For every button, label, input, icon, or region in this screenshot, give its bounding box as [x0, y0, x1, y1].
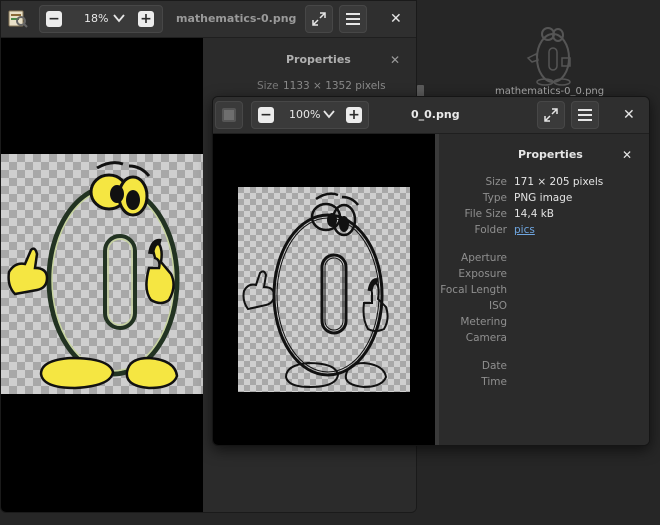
prop-label-metering: Metering — [460, 316, 507, 328]
back-close-button[interactable]: ✕ — [390, 11, 402, 27]
image-viewer-app-icon — [7, 8, 29, 30]
outline-zero-character-illustration — [242, 192, 389, 389]
front-properties-close-button[interactable]: ✕ — [622, 148, 632, 162]
front-zoom-dropdown-icon[interactable] — [322, 106, 336, 125]
prop-value-type: PNG image — [514, 192, 573, 204]
back-size-label: Size — [257, 80, 279, 92]
file-thumbnail-icon — [526, 27, 571, 86]
front-properties-title: Properties — [518, 148, 583, 161]
prop-label-focal-length: Focal Length — [440, 284, 507, 296]
prop-label-type: Type — [482, 192, 507, 204]
prop-value-file-size: 14,4 kB — [514, 208, 555, 220]
front-zoom-in-button[interactable]: + — [346, 107, 362, 123]
prop-label-time: Time — [481, 376, 507, 388]
front-zoom-level[interactable]: 100% — [289, 108, 320, 121]
back-properties-title: Properties — [286, 53, 351, 66]
cartoon-zero-character-illustration — [7, 161, 180, 390]
image-viewer-app-icon — [222, 108, 236, 122]
front-fullscreen-button[interactable] — [537, 101, 565, 129]
desktop-file-thumbnail[interactable] — [520, 18, 590, 88]
back-window-header: − 18% + mathematics-0.png ✕ — [1, 1, 416, 38]
back-window-title: mathematics-0.png — [176, 12, 297, 25]
front-properties-panel: Properties ✕ Size 171 × 205 pixels Type … — [439, 134, 649, 445]
back-zoom-dropdown-icon[interactable] — [112, 10, 126, 29]
front-transparent-image-area — [238, 187, 410, 392]
prop-label-aperture: Aperture — [461, 252, 507, 264]
prop-label-iso: ISO — [488, 300, 507, 312]
prop-label-date: Date — [481, 360, 507, 372]
back-zoom-out-button[interactable]: − — [46, 11, 62, 27]
front-window-header: − 100% + 0_0.png ✕ — [213, 97, 649, 134]
prop-label-file-size: File Size — [464, 208, 507, 220]
prop-value-size: 171 × 205 pixels — [514, 176, 604, 188]
back-size-value: 1133 × 1352 pixels — [283, 80, 386, 92]
prop-label-folder: Folder — [474, 224, 507, 236]
front-zoom-out-button[interactable]: − — [258, 107, 274, 123]
hamburger-menu-icon — [578, 109, 592, 121]
back-properties-close-button[interactable]: ✕ — [390, 53, 400, 67]
back-transparent-image-area — [1, 154, 203, 394]
prop-label-exposure: Exposure — [458, 268, 507, 280]
front-viewer-window[interactable]: − 100% + 0_0.png ✕ Properties ✕ Size 171… — [212, 96, 650, 446]
front-app-icon-button[interactable] — [215, 101, 243, 129]
front-close-button[interactable]: ✕ — [623, 107, 635, 123]
prop-label-camera: Camera — [465, 332, 507, 344]
back-zoom-in-button[interactable]: + — [138, 11, 154, 27]
folder-link[interactable]: pics — [514, 224, 535, 236]
back-zoom-control: − 18% + — [39, 5, 163, 33]
fullscreen-icon — [544, 108, 558, 122]
back-menu-button[interactable] — [339, 5, 367, 33]
fullscreen-icon — [312, 12, 326, 26]
prop-label-size: Size — [485, 176, 507, 188]
hamburger-menu-icon — [346, 13, 360, 25]
front-menu-button[interactable] — [571, 101, 599, 129]
front-window-title: 0_0.png — [411, 108, 460, 121]
back-image-canvas[interactable] — [1, 38, 203, 512]
front-image-canvas[interactable] — [213, 134, 435, 445]
back-fullscreen-button[interactable] — [305, 5, 333, 33]
front-zoom-control: − 100% + — [251, 101, 369, 129]
back-zoom-level[interactable]: 18% — [84, 12, 108, 25]
